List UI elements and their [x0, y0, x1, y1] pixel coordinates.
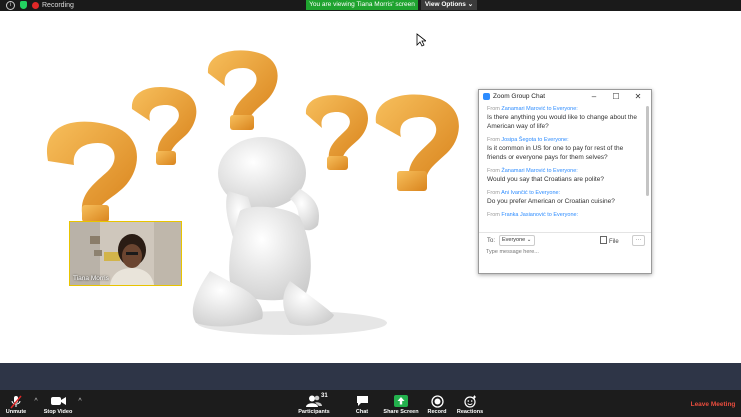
more-options-button[interactable]: ··· [632, 235, 645, 246]
chat-message: From Žanamari Marović to Everyone: Is th… [487, 106, 639, 131]
chat-message-input[interactable] [486, 247, 636, 257]
chat-message: From Josipa Šegota to Everyone: Is it co… [487, 137, 639, 162]
recipient-select[interactable]: Everyone ⌄ [499, 235, 535, 246]
message-sender: From Žanamari Marović to Everyone: [487, 106, 578, 112]
file-icon [600, 236, 607, 244]
recording-dot-icon [32, 2, 39, 9]
kneeling-figure [192, 137, 334, 327]
to-label: To: [487, 238, 496, 244]
question-mark-center [207, 50, 278, 130]
message-text: Would you say that Croatians are polite? [487, 176, 604, 183]
chat-message: From Žanamari Marović to Everyone: Would… [487, 168, 639, 184]
viewing-screen-banner: You are viewing Tiana Morris' screen [306, 0, 418, 10]
cursor-icon [416, 33, 426, 47]
shared-screen-footer [0, 363, 741, 390]
file-label: File [609, 239, 619, 245]
question-mark-right [375, 94, 459, 191]
message-sender: From Josipa Šegota to Everyone: [487, 137, 569, 143]
speaker-video-tile[interactable]: Tiana Morris [69, 221, 182, 286]
maximize-button[interactable]: ☐ [610, 91, 622, 102]
chat-message: From Franka Jasianović to Everyone: [487, 212, 639, 219]
audio-options-caret[interactable]: ^ [32, 398, 40, 406]
zoom-group-chat-window[interactable]: Zoom Group Chat – ☐ ✕ From Žanamari Maro… [478, 89, 652, 274]
zoom-logo-icon [483, 93, 490, 100]
minimize-button[interactable]: – [588, 91, 600, 102]
chat-title: Zoom Group Chat [493, 93, 546, 100]
record-label: Record [427, 409, 447, 415]
message-text: Is there anything you would like to chan… [487, 114, 637, 130]
message-text: Do you prefer American or Croatian cuisi… [487, 198, 615, 205]
record-icon [430, 395, 444, 408]
share-screen-icon [394, 395, 408, 407]
question-mark-left [46, 121, 137, 222]
top-status-bar: i Recording You are viewing Tiana Morris… [0, 0, 741, 11]
chat-message: From Ani Ivančić to Everyone: Do you pre… [487, 190, 639, 206]
stop-video-button[interactable]: Stop Video [40, 390, 76, 417]
question-mark-mid-right [305, 95, 368, 170]
participants-icon [306, 395, 322, 407]
chat-divider [479, 232, 651, 233]
unmute-label: Unmute [5, 409, 27, 415]
stop-video-label: Stop Video [43, 409, 73, 415]
close-button[interactable]: ✕ [632, 91, 644, 102]
unmute-button[interactable]: Unmute [2, 390, 30, 417]
chat-button[interactable]: Chat [349, 390, 375, 417]
chevron-down-icon: ⌄ [467, 1, 474, 8]
speaker-name-label: Tiana Morris [73, 275, 109, 282]
record-button[interactable]: Record [424, 390, 450, 417]
reactions-button[interactable]: Reactions [455, 390, 485, 417]
view-options-button[interactable]: View Options ⌄ [421, 0, 477, 10]
leave-meeting-button[interactable]: Leave Meeting [688, 400, 738, 410]
participants-count: 31 [321, 393, 328, 399]
reactions-label: Reactions [456, 409, 484, 415]
chat-scrollbar[interactable] [646, 106, 649, 196]
share-screen-button[interactable]: Share Screen [382, 390, 420, 417]
info-icon[interactable]: i [6, 1, 15, 10]
message-sender: From Žanamari Marović to Everyone: [487, 168, 578, 174]
microphone-muted-icon [10, 395, 22, 409]
chat-title-bar[interactable]: Zoom Group Chat – ☐ ✕ [479, 90, 651, 103]
message-text: Is it common in US for one to pay for re… [487, 145, 624, 161]
shield-icon[interactable] [20, 1, 27, 9]
video-camera-icon [50, 397, 66, 405]
chat-label: Chat [355, 409, 369, 415]
recording-label: Recording [42, 2, 74, 9]
video-options-caret[interactable]: ^ [76, 398, 84, 406]
message-sender: From Franka Jasianović to Everyone: [487, 212, 579, 218]
meeting-toolbar: Unmute ^ Stop Video ^ Participants 31 Ch… [0, 390, 741, 417]
view-options-label: View Options [424, 1, 466, 8]
share-screen-label: Share Screen [383, 409, 419, 415]
question-mark-mid-left [131, 86, 197, 165]
chat-message-list[interactable]: From Žanamari Marović to Everyone: Is th… [487, 106, 639, 230]
file-button[interactable]: File [600, 236, 624, 245]
chat-bubble-icon [356, 396, 368, 406]
reactions-icon [463, 395, 476, 408]
participants-label: Participants [298, 409, 330, 415]
message-sender: From Ani Ivančić to Everyone: [487, 190, 561, 196]
